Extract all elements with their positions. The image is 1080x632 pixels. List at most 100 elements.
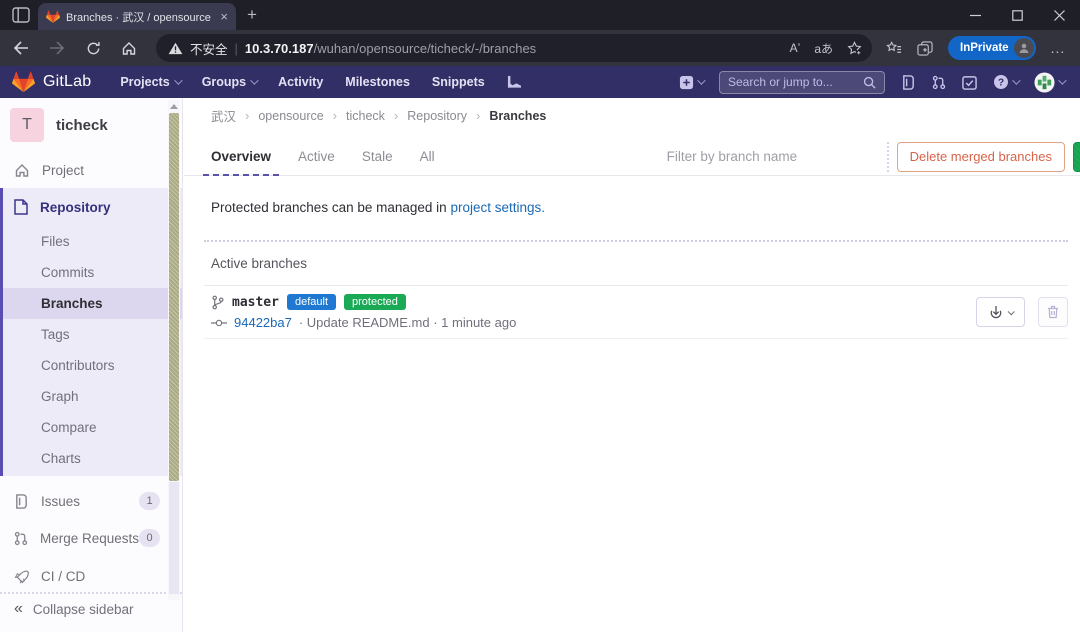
sidebar-item-commits[interactable]: Commits — [3, 257, 182, 288]
nav-milestones[interactable]: Milestones — [345, 75, 410, 89]
chevron-down-icon — [697, 76, 705, 84]
translate-icon[interactable]: aあ — [814, 40, 833, 57]
sidebar-item-files[interactable]: Files — [3, 226, 182, 257]
breadcrumb-subgroup[interactable]: opensource — [258, 109, 323, 123]
nav-groups[interactable]: Groups — [202, 75, 256, 89]
sidebar-item-issues[interactable]: Issues 1 — [0, 484, 182, 518]
gitlab-brand[interactable]: GitLab — [12, 71, 91, 94]
breadcrumb-separator: › — [476, 108, 480, 123]
browser-window-icon[interactable] — [12, 7, 30, 23]
download-button[interactable] — [976, 297, 1025, 327]
tab-close-icon[interactable]: × — [220, 10, 228, 23]
gitlab-logo-icon — [12, 71, 35, 94]
browser-tab[interactable]: Branches · 武汉 / opensource / t × — [38, 3, 236, 30]
collapse-icon: « — [14, 600, 23, 618]
delete-branch-button — [1038, 297, 1068, 327]
scrollbar-track-lower — [169, 482, 179, 594]
refresh-icon[interactable] — [78, 34, 108, 62]
address-separator: | — [235, 41, 238, 56]
main-content: 武汉› opensource› ticheck› Repository› Bra… — [184, 98, 1080, 632]
scrollbar-thumb[interactable] — [169, 113, 179, 481]
new-menu[interactable] — [679, 75, 703, 90]
nav-snippets[interactable]: Snippets — [432, 75, 485, 89]
tab-stale[interactable]: Stale — [362, 138, 393, 176]
scrollbar-up-icon[interactable] — [168, 100, 180, 112]
project-sidebar: T ticheck Project Repository Files Commi… — [0, 98, 183, 632]
branch-filter-input[interactable] — [667, 149, 887, 164]
instance-statistics-icon[interactable] — [507, 75, 522, 89]
sidebar-item-label: Repository — [40, 200, 111, 215]
breadcrumb-group[interactable]: 武汉 — [211, 106, 236, 125]
issues-icon — [14, 494, 29, 509]
search-icon — [863, 76, 876, 89]
nav-projects[interactable]: Projects — [120, 75, 179, 89]
trash-icon — [1047, 305, 1059, 319]
tab-overview[interactable]: Overview — [211, 138, 271, 176]
sidebar-item-label: CI / CD — [41, 569, 85, 584]
not-secure-warning-icon — [168, 42, 183, 55]
rocket-icon — [14, 569, 29, 584]
search-input[interactable] — [728, 75, 857, 89]
todos-icon[interactable] — [962, 75, 977, 90]
breadcrumb-project[interactable]: ticheck — [346, 109, 385, 123]
sidebar-item-charts[interactable]: Charts — [3, 443, 182, 474]
inprivate-badge[interactable]: InPrivate — [948, 36, 1036, 60]
home-icon — [14, 163, 30, 178]
sidebar-item-repository[interactable]: Repository — [3, 188, 182, 226]
sidebar-item-tags[interactable]: Tags — [3, 319, 182, 350]
sidebar-item-project[interactable]: Project — [0, 153, 182, 187]
tab-actions-icon[interactable] — [917, 41, 933, 56]
branch-name-link[interactable]: master — [232, 295, 279, 310]
commit-meta: · Update README.md · 1 minute ago — [299, 315, 516, 330]
help-menu[interactable]: ? — [993, 74, 1018, 90]
document-icon — [14, 199, 28, 215]
branch-icon — [211, 295, 224, 310]
new-branch-button[interactable]: New branch — [1073, 142, 1080, 172]
issues-icon[interactable] — [901, 75, 916, 90]
project-header[interactable]: T ticheck — [10, 108, 108, 142]
tab-all[interactable]: All — [420, 138, 435, 176]
svg-text:?: ? — [998, 78, 1004, 89]
window-maximize-icon[interactable] — [996, 0, 1038, 30]
delete-merged-branches-button[interactable]: Delete merged branches — [897, 142, 1065, 172]
sidebar-item-cicd[interactable]: CI / CD — [0, 559, 182, 593]
home-icon[interactable] — [114, 34, 144, 62]
breadcrumb-separator: › — [333, 108, 337, 123]
dotted-divider — [204, 240, 1068, 242]
sidebar-item-merge-requests[interactable]: Merge Requests 0 — [0, 521, 182, 555]
chevron-down-icon — [1058, 76, 1066, 84]
not-secure-label[interactable]: 不安全 — [190, 39, 228, 58]
project-settings-link[interactable]: project settings. — [450, 200, 545, 215]
tab-active[interactable]: Active — [298, 138, 335, 176]
collapse-sidebar-button[interactable]: « Collapse sidebar — [0, 592, 182, 626]
address-field[interactable]: 不安全 | 10.3.70.187/wuhan/opensource/tiche… — [156, 34, 872, 62]
favorites-star-icon[interactable] — [847, 41, 862, 56]
sidebar-item-compare[interactable]: Compare — [3, 412, 182, 443]
tab-title: Branches · 武汉 / opensource / t — [66, 9, 214, 25]
new-tab-icon[interactable]: + — [247, 5, 257, 25]
user-menu[interactable] — [1034, 72, 1064, 93]
merge-request-icon[interactable] — [932, 75, 946, 90]
window-minimize-icon[interactable] — [954, 0, 996, 30]
default-badge: default — [287, 294, 336, 310]
window-close-icon[interactable] — [1038, 0, 1080, 30]
commit-sha-link[interactable]: 94422ba7 — [234, 315, 292, 330]
breadcrumb-repository[interactable]: Repository — [407, 109, 467, 123]
back-icon[interactable] — [6, 34, 36, 62]
collections-icon[interactable] — [886, 41, 902, 56]
sidebar-item-contributors[interactable]: Contributors — [3, 350, 182, 381]
sidebar-item-branches[interactable]: Branches — [3, 288, 182, 319]
sidebar-scrollbar[interactable] — [168, 100, 180, 600]
url-host: 10.3.70.187 — [245, 41, 314, 56]
branch-row: master default protected 94422ba7 · Upda… — [204, 286, 1068, 339]
url-text[interactable]: 10.3.70.187/wuhan/opensource/ticheck/-/b… — [245, 41, 783, 56]
browser-menu-icon[interactable]: ... — [1051, 40, 1066, 56]
nav-activity[interactable]: Activity — [278, 75, 323, 89]
protected-badge: protected — [344, 294, 406, 310]
chevron-down-icon — [1012, 76, 1020, 84]
sidebar-item-label: Issues — [41, 494, 80, 509]
sidebar-item-graph[interactable]: Graph — [3, 381, 182, 412]
read-aloud-icon[interactable]: Aʼ — [790, 41, 801, 55]
global-search[interactable] — [719, 71, 885, 94]
profile-avatar — [1014, 38, 1034, 58]
